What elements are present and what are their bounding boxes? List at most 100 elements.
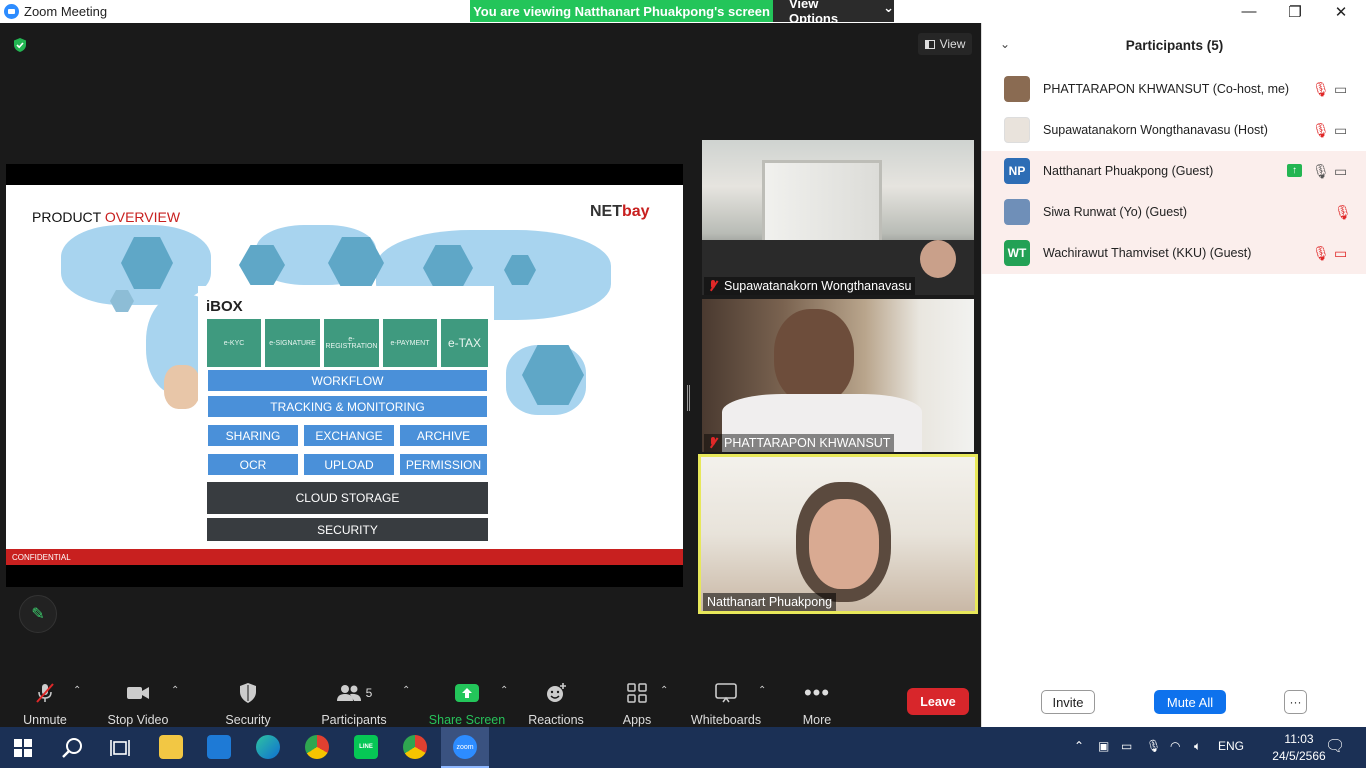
video-camera-icon[interactable]: ▭ [1334,81,1347,98]
edge-browser-icon[interactable] [256,735,280,759]
video-tile-natthanart[interactable]: Natthanart Phuakpong [698,454,978,614]
mute-all-button[interactable]: Mute All [1154,690,1226,714]
audio-options-caret[interactable]: ⌃ [73,685,81,696]
muted-mic-icon[interactable]: 🎙︎ [1334,204,1352,221]
avatar [1004,76,1030,102]
video-camera-icon[interactable]: ▭ [1334,122,1347,139]
chrome-icon[interactable] [403,735,427,759]
panel-more-button[interactable]: ··· [1284,690,1307,714]
search-icon[interactable] [60,736,84,760]
muted-mic-icon [708,437,718,449]
meet-now-icon[interactable]: ▣ [1098,739,1109,753]
slide-title: PRODUCT OVERVIEW [32,209,181,225]
notifications-icon[interactable]: 🗨︎ [1325,736,1345,756]
permission-box: PERMISSION [399,453,488,476]
unmute-label: Unmute [23,713,67,727]
battery-icon[interactable]: ▭ [1121,739,1132,753]
screen-share-banner: You are viewing Natthanart Phuakpong's s… [470,0,773,22]
whiteboards-options-caret[interactable]: ⌃ [758,685,766,696]
module-esignature: e-SIGNATURE [265,319,320,367]
restore-button[interactable]: ❐ [1272,0,1318,23]
windows-taskbar: LINE zoom ⌃ ▣ ▭ 🎙︎ ◠ 🔈︎ ENG 11:03 24/5/2… [0,727,1366,768]
module-eregistration: e-REGISTRATION [324,319,379,367]
participant-face [774,309,854,404]
video-options-caret[interactable]: ⌃ [171,685,179,696]
file-explorer-icon[interactable] [159,735,183,759]
panel-splitter-handle[interactable] [687,385,690,411]
muted-mic-icon[interactable]: 🎙︎ [1312,122,1330,139]
input-language[interactable]: ENG [1218,739,1244,753]
wifi-icon[interactable]: ◠ [1170,739,1180,753]
participant-row[interactable]: Supawatanakorn Wongthanavasu (Host) 🎙︎ ▭ [982,110,1366,151]
minimize-button[interactable]: — [1226,0,1272,23]
view-button[interactable]: View [918,33,972,55]
view-options-button[interactable]: View Options ⌄ [773,0,894,26]
muted-mic-icon[interactable]: 🎙︎ [1312,81,1330,98]
chrome-icon[interactable] [305,735,329,759]
microphone-tray-icon[interactable]: 🎙︎ [1146,739,1161,753]
hand-phone-icon [164,365,200,409]
stop-video-button[interactable]: Stop Video [107,681,169,727]
windows-start-icon[interactable] [14,739,32,757]
avatar: NP [1004,158,1030,184]
zoom-taskbar-button[interactable]: zoom [441,727,489,768]
volume-icon[interactable]: 🔈︎ [1194,739,1201,754]
avatar [1004,117,1030,143]
muted-mic-icon[interactable]: 🎙︎ [1312,245,1330,262]
tile-name-text: PHATTARAPON KHWANSUT [724,436,891,450]
video-off-icon[interactable]: ▭ [1334,245,1347,262]
security-button[interactable]: Security [225,681,271,727]
sharing-indicator-icon: ↑ [1287,164,1302,177]
view-button-label: View [939,37,966,51]
annotate-pencil-icon[interactable]: ✎ [19,595,57,633]
participant-row[interactable]: PHATTARAPON KHWANSUT (Co-host, me) 🎙︎ ▭ [982,69,1366,110]
participant-row[interactable]: WT Wachirawut Thamviset (KKU) (Guest) 🎙︎… [982,233,1366,274]
participant-row[interactable]: NP Natthanart Phuakpong (Guest) ↑ 🎙︎ ▭ [982,151,1366,192]
upload-box: UPLOAD [303,453,395,476]
tracking-layer: TRACKING & MONITORING [207,395,488,418]
participants-options-caret[interactable]: ⌃ [402,685,410,696]
video-tile-phattarapon[interactable]: PHATTARAPON KHWANSUT [702,299,974,452]
participants-panel-title: Participants (5) [1125,37,1224,53]
participants-panel: ⌄ Participants (5) PHATTARAPON KHWANSUT … [981,23,1366,727]
participant-row[interactable]: Siwa Runwat (Yo) (Guest) 🎙︎ [982,192,1366,233]
apps-button[interactable]: Apps [619,681,655,727]
mail-icon[interactable] [207,735,231,759]
window-title: Zoom Meeting [24,4,108,19]
clock-time: 11:03 [1284,732,1314,746]
leave-button[interactable]: Leave [907,688,969,715]
participant-name: Wachirawut Thamviset (KKU) (Guest) [1043,246,1252,260]
shared-screen[interactable]: PRODUCT OVERVIEW NETbay iBOX e-KYC e-SIG… [6,164,683,587]
slide: PRODUCT OVERVIEW NETbay iBOX e-KYC e-SIG… [6,185,683,565]
participants-button[interactable]: 5 Participants [321,681,387,727]
video-camera-icon[interactable]: ▭ [1334,163,1347,180]
clock-date: 24/5/2566 [1272,749,1326,763]
more-button[interactable]: ••• More [801,680,833,727]
reactions-label: Reactions [528,713,584,727]
encryption-shield-icon[interactable] [12,37,28,53]
avatar: WT [1004,240,1030,266]
share-screen-button[interactable]: Share Screen [429,681,505,727]
invite-button[interactable]: Invite [1041,690,1095,714]
close-button[interactable]: ✕ [1318,0,1364,23]
more-dots-icon: ••• [803,680,831,705]
tile-name-label: PHATTARAPON KHWANSUT [704,434,895,452]
share-screen-icon [455,681,479,705]
apps-options-caret[interactable]: ⌃ [660,685,668,696]
unmute-button[interactable]: Unmute [22,681,68,727]
show-hidden-icons-chevron[interactable]: ⌃ [1074,739,1084,753]
task-view-icon[interactable] [110,738,130,758]
grid-view-icon [924,39,935,49]
reactions-button[interactable]: Reactions [528,681,584,727]
sharing-box: SHARING [207,424,299,447]
exchange-box: EXCHANGE [303,424,395,447]
share-options-caret[interactable]: ⌃ [500,685,508,696]
line-app-icon[interactable]: LINE [354,735,378,759]
microphone-icon[interactable]: 🎙︎ [1312,163,1330,180]
system-clock[interactable]: 11:03 24/5/2566 [1272,731,1326,765]
ocr-box: OCR [207,453,299,476]
whiteboards-button[interactable]: Whiteboards [690,681,762,727]
video-tile-supawatanakorn[interactable]: Supawatanakorn Wongthanavasu [702,140,974,295]
participant-name: Siwa Runwat (Yo) (Guest) [1043,205,1188,219]
apps-label: Apps [622,713,652,727]
